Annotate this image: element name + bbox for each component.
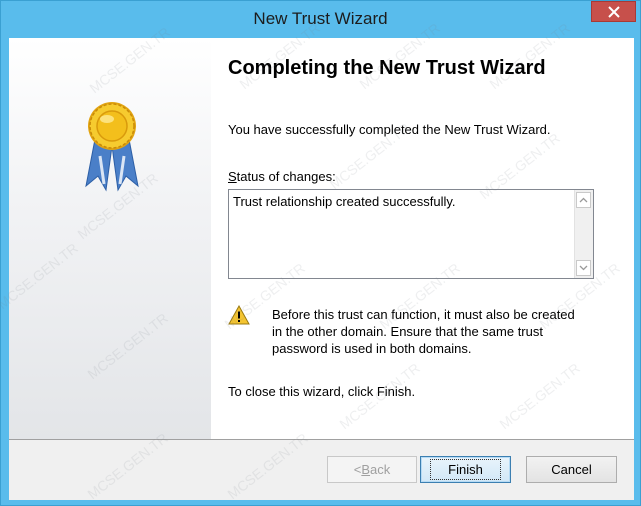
back-button-prefix: < [353,462,362,477]
wizard-window: New Trust Wizard MCSE.GEN.TR MCSE.GEN.TR… [0,0,641,506]
warning-line: in the other domain. Ensure that the sam… [272,324,543,339]
finish-button-label: Finish [430,459,501,480]
warning-line: Before this trust can function, it must … [272,307,575,322]
back-button[interactable]: < Back [327,456,417,483]
window-title: New Trust Wizard [253,9,388,28]
finish-button[interactable]: Finish [420,456,511,483]
page-title: Completing the New Trust Wizard [228,57,546,79]
watermark-text: MCSE.GEN.TR [84,429,171,503]
wizard-banner-panel: MCSE.GEN.TR MCSE.GEN.TR MCSE.GEN.TR MCSE… [0,24,211,439]
status-textbox[interactable]: Trust relationship created successfully. [228,189,594,279]
status-label-text: tatus of changes: [236,169,336,184]
chevron-up-icon [579,197,588,203]
scroll-down-button[interactable] [576,260,591,276]
watermark-text: MCSE.GEN.TR [84,309,171,383]
wizard-content: Completing the New Trust Wizard You have… [211,20,634,439]
warning-text: Before this trust can function, it must … [272,306,602,357]
scroll-up-button[interactable] [576,192,591,208]
back-button-mnemonic: B [361,462,371,477]
intro-text: You have successfully completed the New … [228,122,551,137]
status-text: Trust relationship created successfully. [233,194,456,209]
watermark-text: MCSE.GEN.TR [0,239,81,313]
cancel-button[interactable]: Cancel [526,456,617,483]
close-button[interactable] [591,1,636,22]
status-scrollbar[interactable] [574,190,593,278]
close-icon [607,5,620,18]
back-button-label: ack [370,462,391,477]
watermark-text: MCSE.GEN.TR [496,359,583,433]
title-bar[interactable]: New Trust Wizard [1,1,640,37]
warning-line: password is used in both domains. [272,341,472,356]
watermark-text: MCSE.GEN.TR [224,429,311,503]
warning-triangle-icon [228,305,250,325]
status-label-mnemonic: S [228,169,237,184]
chevron-down-icon [579,265,588,271]
button-bar: < Back Finish Cancel MCSE.GEN.TR MCSE.GE… [9,430,634,502]
close-instruction: To close this wizard, click Finish. [228,384,416,399]
status-label: Status of changes: [228,169,336,184]
award-ribbon-icon [85,102,139,192]
wizard-client-area: MCSE.GEN.TR MCSE.GEN.TR MCSE.GEN.TR MCSE… [0,20,634,502]
